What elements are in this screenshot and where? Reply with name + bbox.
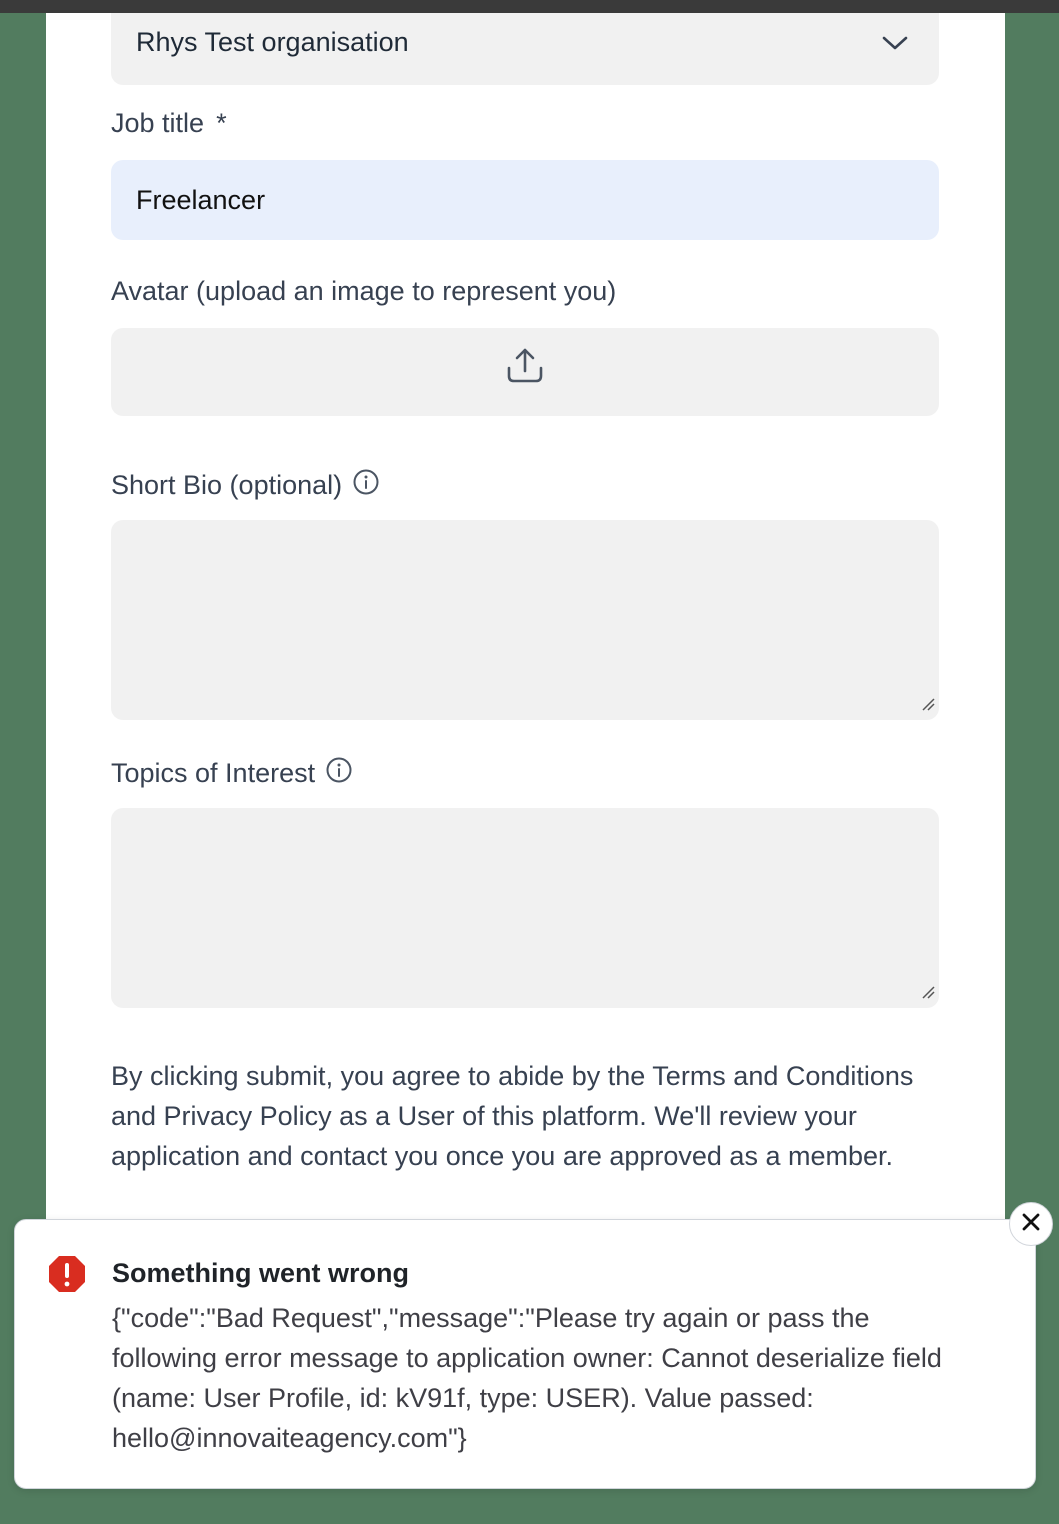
short-bio-textarea[interactable] xyxy=(111,520,939,720)
error-icon xyxy=(47,1254,87,1299)
required-marker: * xyxy=(216,108,227,138)
short-bio-container xyxy=(111,520,939,720)
job-title-label-text: Job title xyxy=(111,108,205,138)
avatar-label-text: Avatar (upload an image to represent you… xyxy=(111,276,617,306)
resize-handle-icon[interactable] xyxy=(921,697,935,716)
info-icon[interactable] xyxy=(352,468,380,503)
job-title-label: Job title * xyxy=(111,108,227,139)
avatar-label: Avatar (upload an image to represent you… xyxy=(111,276,616,307)
topics-label-text: Topics of Interest xyxy=(111,758,316,788)
avatar-upload-dropzone[interactable] xyxy=(111,328,939,416)
organisation-select-value: Rhys Test organisation xyxy=(136,27,409,57)
job-title-input[interactable] xyxy=(111,160,939,240)
close-icon xyxy=(1022,1213,1040,1236)
resize-handle-icon[interactable] xyxy=(921,985,935,1004)
browser-top-bar xyxy=(0,0,1059,13)
organisation-select[interactable]: Rhys Test organisation xyxy=(111,13,939,85)
error-toast: Something went wrong {"code":"Bad Reques… xyxy=(14,1219,1036,1489)
toast-message: {"code":"Bad Request","message":"Please … xyxy=(112,1303,942,1453)
upload-icon xyxy=(506,346,544,391)
topics-textarea[interactable] xyxy=(111,808,939,1008)
info-icon[interactable] xyxy=(325,756,353,791)
chevron-down-icon xyxy=(881,33,909,58)
short-bio-label-text: Short Bio (optional) xyxy=(111,470,343,500)
toast-title: Something went wrong xyxy=(112,1258,409,1288)
topics-label: Topics of Interest xyxy=(111,756,353,791)
short-bio-label: Short Bio (optional) xyxy=(111,468,380,503)
terms-text: By clicking submit, you agree to abide b… xyxy=(111,1061,914,1171)
close-toast-button[interactable] xyxy=(1009,1202,1053,1246)
topics-container xyxy=(111,808,939,1008)
